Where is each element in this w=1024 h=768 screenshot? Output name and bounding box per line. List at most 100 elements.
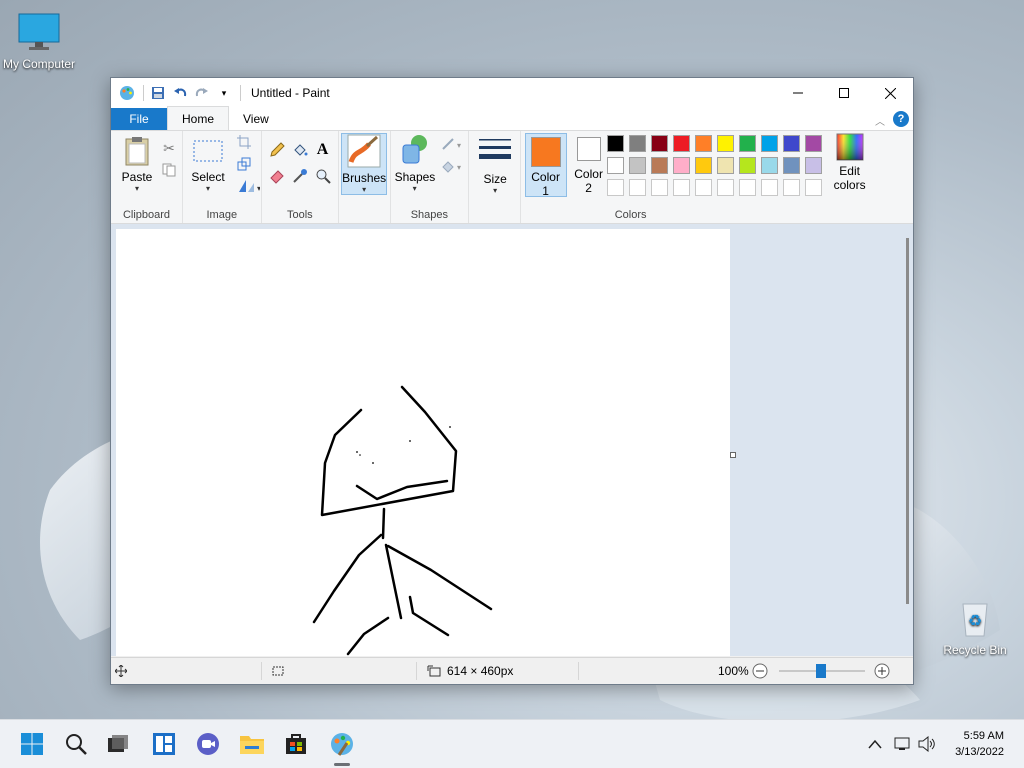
- window-title: Untitled - Paint: [251, 86, 330, 100]
- store-button[interactable]: [280, 728, 312, 760]
- custom-color-slot[interactable]: [782, 179, 800, 196]
- start-button[interactable]: [16, 728, 48, 760]
- fill-icon[interactable]: ▾: [439, 157, 467, 175]
- color-swatch[interactable]: [716, 135, 734, 152]
- copy-icon[interactable]: [160, 161, 178, 179]
- size-group: Size ▾: [469, 131, 519, 223]
- color-picker-icon[interactable]: [291, 167, 309, 185]
- outline-icon[interactable]: ▾: [439, 135, 467, 153]
- chat-button[interactable]: [192, 728, 224, 760]
- custom-color-slot[interactable]: [804, 179, 822, 196]
- undo-icon[interactable]: [170, 83, 190, 103]
- canvas-resize-handle[interactable]: [730, 452, 736, 458]
- image-group: Select ▾ ▾ Image: [183, 131, 262, 223]
- crop-icon[interactable]: [235, 133, 253, 151]
- status-bar: 614 × 460px 100%: [111, 657, 913, 684]
- brushes-button[interactable]: Brushes ▾: [341, 133, 388, 195]
- customize-toolbar-icon[interactable]: ▾: [214, 83, 234, 103]
- drawing-canvas[interactable]: [116, 229, 730, 656]
- vertical-scrollbar[interactable]: [906, 238, 909, 604]
- pencil-icon[interactable]: [268, 141, 286, 159]
- color-swatch[interactable]: [738, 135, 756, 152]
- taskbar: 5:59 AM 3/13/2022: [0, 719, 1024, 768]
- search-button[interactable]: [60, 728, 92, 760]
- status-separator: [416, 662, 417, 680]
- eraser-icon[interactable]: [268, 167, 286, 185]
- color1-button[interactable]: Color 1: [524, 133, 567, 198]
- color-swatch[interactable]: [694, 157, 712, 174]
- canvas-area[interactable]: [111, 224, 913, 656]
- save-icon[interactable]: [148, 83, 168, 103]
- colors-group: Color 1 Color 2 Edit colors Colors: [519, 131, 913, 223]
- color-swatch[interactable]: [628, 135, 646, 152]
- status-separator: [261, 662, 262, 680]
- shapes-button[interactable]: Shapes ▾: [395, 133, 435, 193]
- network-icon[interactable]: [894, 720, 912, 768]
- tab-home[interactable]: Home: [167, 106, 230, 130]
- redo-icon[interactable]: [192, 83, 212, 103]
- svg-text:♻: ♻: [968, 611, 982, 630]
- color-swatch[interactable]: [804, 157, 822, 174]
- custom-color-slot[interactable]: [650, 179, 668, 196]
- paint-app-icon[interactable]: [117, 83, 137, 103]
- desktop-icon-my-computer[interactable]: My Computer: [0, 12, 84, 71]
- custom-color-slot[interactable]: [672, 179, 690, 196]
- color-swatch[interactable]: [672, 157, 690, 174]
- color-swatch[interactable]: [716, 157, 734, 174]
- custom-color-slot[interactable]: [628, 179, 646, 196]
- zoom-in-button[interactable]: [874, 658, 890, 684]
- collapse-ribbon-icon[interactable]: ︿: [875, 113, 885, 128]
- tab-view[interactable]: View: [229, 108, 283, 130]
- custom-color-slot[interactable]: [606, 179, 624, 196]
- custom-color-slot[interactable]: [738, 179, 756, 196]
- volume-icon[interactable]: [918, 720, 936, 768]
- maximize-button[interactable]: [821, 78, 867, 108]
- custom-color-slot[interactable]: [716, 179, 734, 196]
- text-tool-icon[interactable]: A: [314, 141, 332, 159]
- color-swatch[interactable]: [628, 157, 646, 174]
- color-swatch[interactable]: [782, 157, 800, 174]
- custom-color-slot[interactable]: [694, 179, 712, 196]
- color-swatch[interactable]: [650, 157, 668, 174]
- task-view-button[interactable]: [102, 728, 134, 760]
- tab-file[interactable]: File: [111, 108, 167, 130]
- magnifier-icon[interactable]: [314, 167, 332, 185]
- help-button[interactable]: ?: [893, 111, 909, 127]
- color-swatch[interactable]: [738, 157, 756, 174]
- shapes-label: Shapes: [394, 170, 436, 184]
- fill-bucket-icon[interactable]: [291, 141, 309, 159]
- widgets-button[interactable]: [148, 728, 180, 760]
- minimize-button[interactable]: [775, 78, 821, 108]
- selection-rectangle-icon: [193, 140, 223, 162]
- color-swatch[interactable]: [650, 135, 668, 152]
- brushes-group: Brushes ▾: [339, 131, 389, 223]
- cut-tool-icon[interactable]: [160, 189, 178, 207]
- size-button[interactable]: Size ▾: [475, 135, 515, 195]
- paste-button[interactable]: Paste ▾: [117, 135, 157, 193]
- custom-color-slot[interactable]: [760, 179, 778, 196]
- zoom-slider[interactable]: [779, 658, 865, 684]
- show-hidden-icons-button[interactable]: [868, 720, 882, 768]
- color-swatch[interactable]: [694, 135, 712, 152]
- resize-icon[interactable]: [235, 155, 253, 173]
- color-swatch[interactable]: [760, 135, 778, 152]
- rotate-icon[interactable]: ▾: [235, 177, 263, 195]
- close-button[interactable]: [867, 78, 913, 108]
- zoom-out-button[interactable]: [752, 658, 768, 684]
- color-swatch[interactable]: [606, 135, 624, 152]
- color-swatch[interactable]: [672, 135, 690, 152]
- windows-logo-icon: [21, 733, 43, 755]
- scissors-button[interactable]: ✂: [160, 139, 178, 157]
- clock[interactable]: 5:59 AM 3/13/2022: [955, 728, 1004, 760]
- zoom-level: 100%: [718, 664, 749, 678]
- desktop-icon-recycle-bin[interactable]: ♻ Recycle Bin: [930, 598, 1020, 657]
- paint-taskbar-button[interactable]: [326, 728, 358, 760]
- color-swatch[interactable]: [804, 135, 822, 152]
- select-button[interactable]: Select ▾: [187, 135, 229, 193]
- file-explorer-button[interactable]: [236, 728, 268, 760]
- edit-colors-button[interactable]: Edit colors: [829, 133, 871, 192]
- color-swatch[interactable]: [782, 135, 800, 152]
- color-swatch[interactable]: [760, 157, 778, 174]
- color-swatch[interactable]: [606, 157, 624, 174]
- color2-button[interactable]: Color 2: [569, 133, 609, 195]
